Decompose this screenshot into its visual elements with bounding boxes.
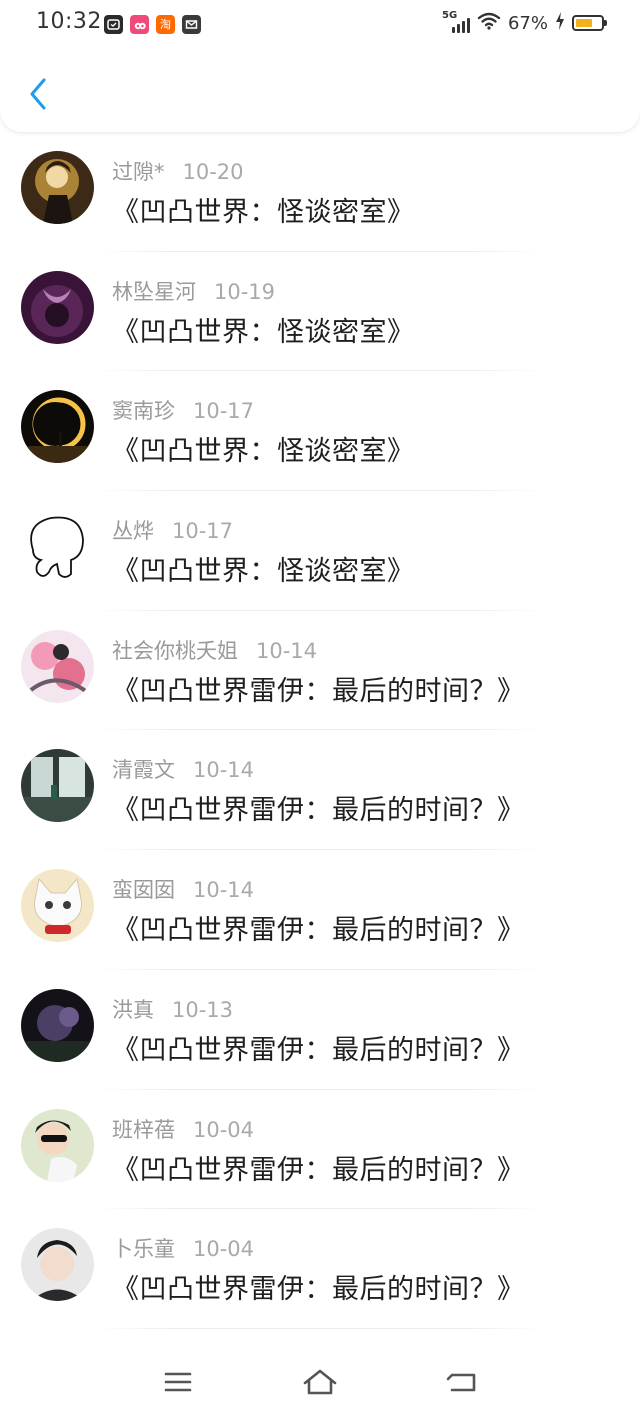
list-item[interactable]: 林坠星河 10-19 《凹凸世界：怪谈密室》 (0, 252, 640, 372)
battery-icon (572, 15, 607, 31)
post-date: 10-13 (172, 997, 234, 1022)
user-name: 卜乐童 (112, 1237, 175, 1262)
post-date: 10-17 (193, 399, 255, 424)
user-name: 窦南珍 (112, 399, 175, 424)
item-title[interactable]: 《凹凸世界雷伊：最后的时间？》 (112, 669, 525, 708)
avatar[interactable] (21, 1228, 94, 1302)
system-nav-bar (0, 1346, 640, 1423)
avatar[interactable] (21, 390, 94, 464)
status-time: 10:32 (36, 9, 102, 34)
home-icon (302, 1369, 338, 1399)
list-item[interactable]: 蛮囡囡 10-14 《凹凸世界雷伊：最后的时间？》 (0, 850, 640, 970)
item-title[interactable]: 《凹凸世界雷伊：最后的时间？》 (112, 908, 525, 947)
item-title[interactable]: 《凹凸世界雷伊：最后的时间？》 (112, 1028, 525, 1067)
post-date: 10-14 (256, 638, 318, 663)
item-meta: 社会你桃夭姐 10-14 (112, 635, 317, 665)
post-date: 10-14 (193, 878, 255, 903)
home-button[interactable] (300, 1366, 340, 1402)
post-date: 10-04 (193, 1117, 255, 1142)
user-name: 过隙* (112, 160, 165, 184)
header: 10:32 淘 5G 67% (0, 0, 640, 132)
avatar[interactable] (21, 151, 94, 224)
divider (94, 1327, 546, 1329)
taobao-app-icon: 淘 (156, 15, 175, 34)
item-title[interactable]: 《凹凸世界雷伊：最后的时间？》 (112, 1148, 525, 1187)
avatar[interactable] (21, 988, 94, 1062)
list-item[interactable]: 丛烨 10-17 《凹凸世界：怪谈密室》 (0, 491, 640, 611)
avatar[interactable] (21, 1108, 94, 1182)
avatar[interactable] (21, 749, 94, 823)
post-date: 10-14 (193, 758, 255, 783)
item-title[interactable]: 《凹凸世界雷伊：最后的时间？》 (112, 788, 525, 827)
user-name: 林坠星河 (112, 279, 196, 304)
item-title[interactable]: 《凹凸世界：怪谈密室》 (112, 310, 415, 349)
list-item[interactable]: 社会你桃夭姐 10-14 《凹凸世界雷伊：最后的时间？》 (0, 611, 640, 731)
item-meta: 蛮囡囡 10-14 (112, 874, 254, 904)
reading-list: 过隙* 10-20 《凹凸世界：怪谈密室》 林坠星河 10-19 《凹凸世界：怪谈密… (0, 132, 640, 1346)
battery-percent: 67% (507, 12, 548, 34)
list-item[interactable]: 窦南珍 10-17 《凹凸世界：怪谈密室》 (0, 371, 640, 492)
user-name: 丛烨 (112, 519, 154, 544)
chevron-left-icon (28, 77, 48, 115)
user-name: 社会你桃夭姐 (112, 638, 238, 663)
avatar[interactable] (21, 270, 94, 344)
post-date: 10-04 (193, 1237, 255, 1262)
item-meta: 洪真 10-13 (112, 994, 233, 1024)
message-app-icon (182, 15, 201, 34)
item-title[interactable]: 《凹凸世界：怪谈密室》 (112, 549, 415, 588)
list-item[interactable]: 卜乐童 10-04 《凹凸世界雷伊：最后的时间？》 (0, 1209, 640, 1329)
item-meta: 清霞文 10-14 (112, 754, 254, 784)
menu-icon (164, 1371, 192, 1397)
back-nav-button[interactable] (442, 1366, 482, 1402)
list-item[interactable]: 洪真 10-13 《凹凸世界雷伊：最后的时间？》 (0, 970, 640, 1090)
charging-icon (555, 12, 565, 34)
avatar[interactable] (21, 629, 94, 703)
list-item[interactable]: 清霞文 10-14 《凹凸世界雷伊：最后的时间？》 (0, 730, 640, 851)
item-meta: 林坠星河 10-19 (112, 276, 275, 306)
list-item[interactable]: 过隙* 10-20 《凹凸世界：怪谈密室》 (0, 132, 640, 252)
item-meta: 丛烨 10-17 (112, 515, 233, 545)
user-name: 清霞文 (112, 758, 175, 783)
item-title[interactable]: 《凹凸世界：怪谈密室》 (112, 190, 415, 229)
status-bar: 10:32 淘 5G 67% (0, 0, 640, 50)
item-title[interactable]: 《凹凸世界雷伊：最后的时间？》 (112, 1267, 525, 1306)
avatar[interactable] (21, 869, 94, 943)
avatar[interactable] (21, 510, 94, 584)
user-name: 蛮囡囡 (112, 878, 175, 903)
cellular-signal-icon: 5G (442, 10, 470, 33)
item-title[interactable]: 《凹凸世界：怪谈密室》 (112, 429, 415, 468)
item-meta: 班梓蓓 10-04 (112, 1114, 254, 1144)
status-indicators: 5G 67% (442, 10, 607, 34)
post-date: 10-19 (214, 279, 276, 304)
back-arrow-icon (446, 1370, 478, 1398)
post-date: 10-17 (172, 519, 234, 544)
list-item[interactable]: 班梓蓓 10-04 《凹凸世界雷伊：最后的时间？》 (0, 1090, 640, 1210)
notification-icons: 淘 (104, 15, 201, 34)
back-button[interactable] (18, 76, 58, 116)
user-name: 班梓蓓 (112, 1117, 175, 1142)
item-meta: 卜乐童 10-04 (112, 1233, 254, 1263)
user-name: 洪真 (112, 997, 154, 1022)
clock-app-icon (104, 15, 123, 34)
menu-button[interactable] (158, 1366, 198, 1402)
post-date: 10-20 (182, 160, 244, 184)
item-meta: 过隙* 10-20 (112, 156, 244, 186)
wifi-icon (477, 12, 501, 34)
item-meta: 窦南珍 10-17 (112, 395, 254, 425)
weibo-app-icon (130, 15, 149, 34)
